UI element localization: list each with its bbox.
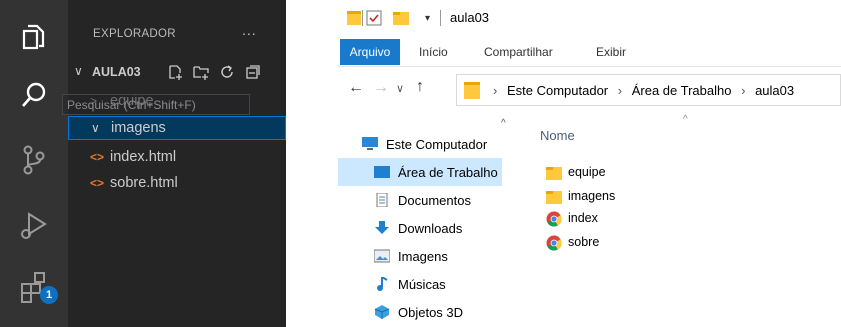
tree-item-imagens[interactable]: ∨ imagens (68, 116, 286, 140)
nav-item-downloads[interactable]: Downloads (338, 214, 502, 242)
explorer-sidebar: EXPLORADOR ... ∨ AULA03 > equipe ∨ image… (68, 0, 286, 327)
computer-icon (362, 137, 378, 150)
folder-icon (347, 10, 361, 31)
collapse-all-icon[interactable] (244, 63, 262, 81)
tab-compartilhar[interactable]: Compartilhar (484, 45, 553, 59)
3d-objects-icon (374, 305, 390, 319)
tab-exibir[interactable]: Exibir (596, 45, 626, 59)
explorer-title: EXPLORADOR (93, 28, 176, 40)
nav-item-label: Imagens (398, 249, 448, 264)
file-name: equipe (568, 165, 606, 179)
recent-locations-icon[interactable]: ∨ (396, 82, 404, 95)
navigation-pane: Este Computador Área de Trabalho Documen… (338, 112, 502, 327)
tree-item-label: sobre.html (110, 175, 178, 191)
html-file-icon: <> (90, 176, 105, 190)
separator (440, 10, 441, 26)
back-arrow-icon[interactable]: ← (348, 79, 364, 97)
search-tooltip: Pesquisar (Ctrl+Shift+F) (62, 94, 250, 115)
run-debug-icon[interactable] (14, 205, 54, 245)
workspace-folder-name: AULA03 (92, 65, 141, 79)
desktop-icon (374, 166, 390, 178)
breadcrumb: › Este Computador › Área de Trabalho › a… (487, 83, 794, 98)
forward-arrow-icon[interactable]: → (373, 79, 389, 97)
nav-item-label: Músicas (398, 277, 446, 292)
nav-item-musicas[interactable]: Músicas (338, 270, 502, 298)
new-file-icon[interactable] (166, 63, 184, 81)
breadcrumb-item[interactable]: Área de Trabalho (632, 83, 732, 98)
nav-item-label: Este Computador (386, 137, 488, 152)
nav-item-label: Documentos (398, 193, 471, 208)
folder-icon (464, 81, 480, 104)
chrome-icon (546, 235, 562, 251)
scroll-up-arrow-icon[interactable]: ^ (501, 118, 506, 129)
tree-item-index-html[interactable]: <> index.html (68, 146, 286, 170)
pictures-icon (374, 249, 390, 263)
nav-item-imagens[interactable]: Imagens (338, 242, 502, 270)
nav-item-objetos-3d[interactable]: Objetos 3D (338, 298, 502, 326)
chevron-right-icon: › (493, 83, 498, 98)
extensions-badge: 1 (40, 286, 58, 304)
tree-item-label: index.html (110, 149, 177, 165)
workspace-folder-header[interactable]: ∨ AULA03 (68, 60, 286, 84)
refresh-icon[interactable] (218, 63, 236, 81)
tab-arquivo[interactable]: Arquivo (340, 39, 400, 65)
folder-icon (546, 167, 562, 180)
nav-item-documentos[interactable]: Documentos (338, 186, 502, 214)
chevron-down-icon: ∨ (74, 64, 83, 78)
file-list: ^ Nome equipe imagens index sobre (514, 112, 841, 327)
download-icon (375, 221, 389, 234)
vscode-window: 1 EXPLORADOR ... ∨ AULA03 > equipe ∨ (0, 0, 286, 327)
chevron-down-icon: ∨ (91, 121, 100, 135)
explorer-icon[interactable] (14, 16, 54, 56)
separator (362, 10, 363, 26)
tab-inicio[interactable]: Início (419, 45, 448, 59)
html-file-icon: <> (90, 150, 105, 164)
documents-icon (376, 193, 388, 207)
chevron-right-icon: › (617, 83, 623, 98)
file-name: index (568, 211, 598, 225)
file-name: imagens (568, 189, 616, 203)
nav-item-label: Downloads (398, 221, 463, 236)
nav-item-label: Área de Trabalho (398, 165, 498, 180)
nav-item-area-de-trabalho[interactable]: Área de Trabalho (338, 158, 502, 186)
new-folder-icon[interactable] (393, 10, 409, 31)
nav-item-label: Objetos 3D (398, 305, 464, 320)
file-name: sobre (568, 235, 600, 249)
properties-icon[interactable] (366, 10, 382, 31)
chrome-icon (546, 211, 562, 227)
source-control-icon[interactable] (14, 140, 54, 180)
folder-icon (546, 191, 562, 204)
breadcrumb-item[interactable]: aula03 (755, 83, 794, 98)
tree-item-label: imagens (111, 120, 166, 136)
file-explorer-window: ▾ aula03 Arquivo Início Compartilhar Exi… (338, 0, 841, 327)
window-title: aula03 (450, 10, 490, 25)
address-bar[interactable]: › Este Computador › Área de Trabalho › a… (456, 74, 841, 106)
address-bar-row: ← → ∨ ↑ › Este Computador › Área de Trab… (338, 70, 841, 110)
more-actions-button[interactable]: ... (242, 22, 257, 38)
customize-quick-access-icon[interactable]: ▾ (425, 13, 430, 24)
nav-item-este-computador[interactable]: Este Computador (338, 130, 502, 158)
up-arrow-icon[interactable]: ↑ (416, 78, 424, 96)
music-icon (377, 277, 388, 291)
search-icon[interactable] (14, 75, 54, 115)
column-header-nome[interactable]: Nome (540, 128, 575, 143)
breadcrumb-item[interactable]: Este Computador (507, 83, 608, 98)
new-folder-icon[interactable] (192, 63, 210, 81)
tree-item-sobre-html[interactable]: <> sobre.html (68, 172, 286, 196)
chevron-right-icon: › (741, 83, 746, 98)
title-bar: ▾ aula03 (338, 0, 841, 36)
sort-ascending-icon: ^ (683, 114, 688, 125)
activity-bar: 1 (0, 0, 68, 327)
ribbon-tabs: Arquivo Início Compartilhar Exibir (338, 36, 841, 67)
